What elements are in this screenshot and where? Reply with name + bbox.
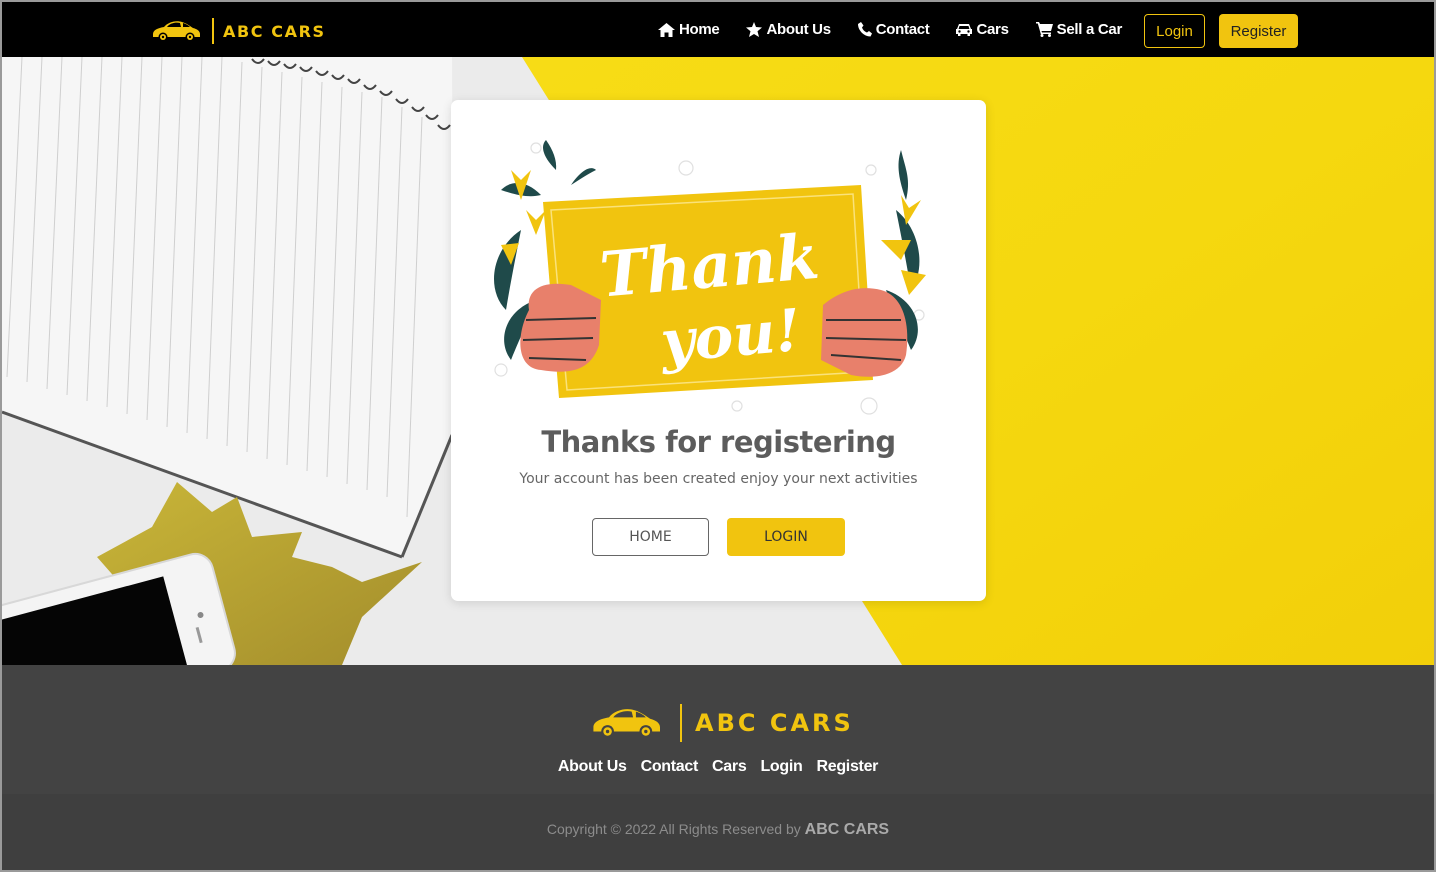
footer-link-register[interactable]: Register — [816, 758, 878, 776]
nav-item-label: Cars — [976, 21, 1009, 38]
star-icon — [746, 22, 763, 37]
card-subtitle: Your account has been created enjoy your… — [519, 471, 918, 487]
home-button[interactable]: HOME — [592, 518, 709, 556]
phone-icon — [857, 22, 872, 37]
footer-brand-divider — [680, 704, 682, 742]
car-logo-icon — [153, 21, 200, 42]
nav-login-button[interactable]: Login — [1144, 14, 1205, 48]
nav-item-label: Sell a Car — [1056, 21, 1123, 38]
nav-item-sell-a-car[interactable]: Sell a Car — [1035, 21, 1123, 38]
login-button[interactable]: LOGIN — [727, 518, 845, 556]
home-icon — [658, 22, 675, 37]
footer-bottom-bar: Copyright © 2022 All Rights Reserved by … — [2, 794, 1434, 870]
nav-item-label: Home — [679, 21, 720, 38]
thank-you-card: Thank you! Thanks for registering Your a… — [451, 100, 986, 601]
copyright-text: Copyright © 2022 All Rights Reserved by … — [2, 821, 1434, 839]
copyright-brand: ABC CARS — [804, 821, 890, 838]
thank-you-illustration: Thank you! — [494, 140, 926, 415]
footer: ABC CARS About Us Contact Cars Login Reg… — [2, 665, 1434, 870]
hero-section: Thank you! Thanks for registering Your a… — [2, 57, 1434, 665]
nav-item-label: About Us — [766, 21, 831, 38]
car-icon — [956, 24, 973, 36]
cart-icon — [1035, 22, 1053, 37]
nav-item-about-us[interactable]: About Us — [746, 21, 831, 38]
footer-link-cars[interactable]: Cars — [712, 758, 747, 776]
footer-brand-logo[interactable]: ABC CARS — [588, 703, 854, 743]
top-navbar: ABC CARS Home About Us Contact Cars Sell — [2, 2, 1434, 57]
browser-frame: ABC CARS Home About Us Contact Cars Sell — [0, 0, 1436, 872]
nav-register-button[interactable]: Register — [1219, 14, 1298, 48]
footer-link-contact[interactable]: Contact — [641, 758, 699, 776]
footer-link-about-us[interactable]: About Us — [558, 758, 627, 776]
brand-name: ABC CARS — [223, 21, 326, 41]
brand-divider — [212, 18, 214, 44]
illustration-you-text: you! — [656, 296, 803, 376]
nav-item-home[interactable]: Home — [658, 21, 720, 38]
footer-link-login[interactable]: Login — [760, 758, 802, 776]
nav-item-cars[interactable]: Cars — [956, 21, 1009, 38]
brand-logo[interactable]: ABC CARS — [150, 16, 326, 46]
nav-links: Home About Us Contact Cars Sell a Car — [658, 2, 1149, 57]
footer-brand-name: ABC CARS — [695, 709, 854, 737]
car-logo-icon — [593, 709, 660, 738]
footer-links: About Us Contact Cars Login Register — [2, 758, 1434, 776]
card-title: Thanks for registering — [541, 425, 896, 459]
nav-item-contact[interactable]: Contact — [857, 21, 930, 38]
nav-item-label: Contact — [875, 21, 930, 38]
copyright-prefix: Copyright © 2022 All Rights Reserved by — [546, 821, 801, 837]
